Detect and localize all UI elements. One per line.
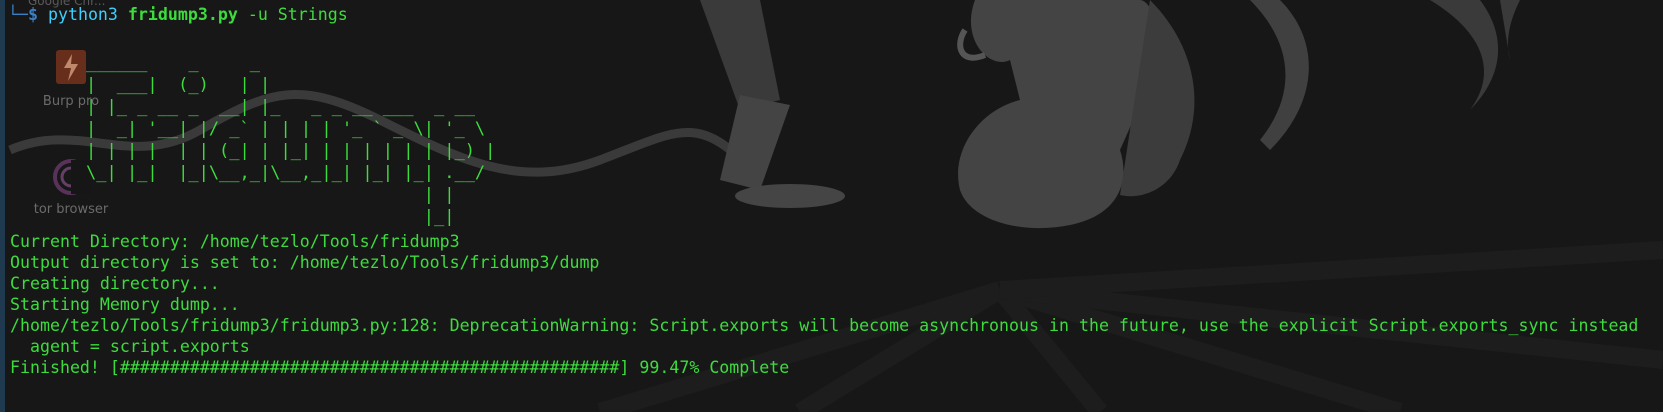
fridump-ascii-banner: ______ _ _ | ___| (_) | | | |_ _ __ _ __… <box>86 53 496 227</box>
prompt-corner-glyph: └─ <box>8 5 28 24</box>
command-prompt-line: └─$ python3 fridump3.py -u Strings <box>8 4 348 26</box>
command-script: fridump3.py <box>127 5 238 24</box>
output-line: Starting Memory dump... <box>10 295 240 314</box>
command-program: python3 <box>47 5 118 24</box>
terminal-window[interactable]: └─$ python3 fridump3.py -u Strings _____… <box>0 0 1663 412</box>
terminal-left-border <box>0 0 5 412</box>
deprecation-warning-line: /home/tezlo/Tools/fridump3/fridump3.py:1… <box>10 316 1639 335</box>
output-line: agent = script.exports <box>10 337 250 356</box>
output-line: Output directory is set to: /home/tezlo/… <box>10 253 600 272</box>
output-line: Creating directory... <box>10 274 220 293</box>
output-line: Current Directory: /home/tezlo/Tools/fri… <box>10 232 460 251</box>
command-args: -u Strings <box>247 5 348 24</box>
progress-line: Finished! [#############################… <box>10 358 790 377</box>
prompt-symbol: $ <box>27 5 38 24</box>
